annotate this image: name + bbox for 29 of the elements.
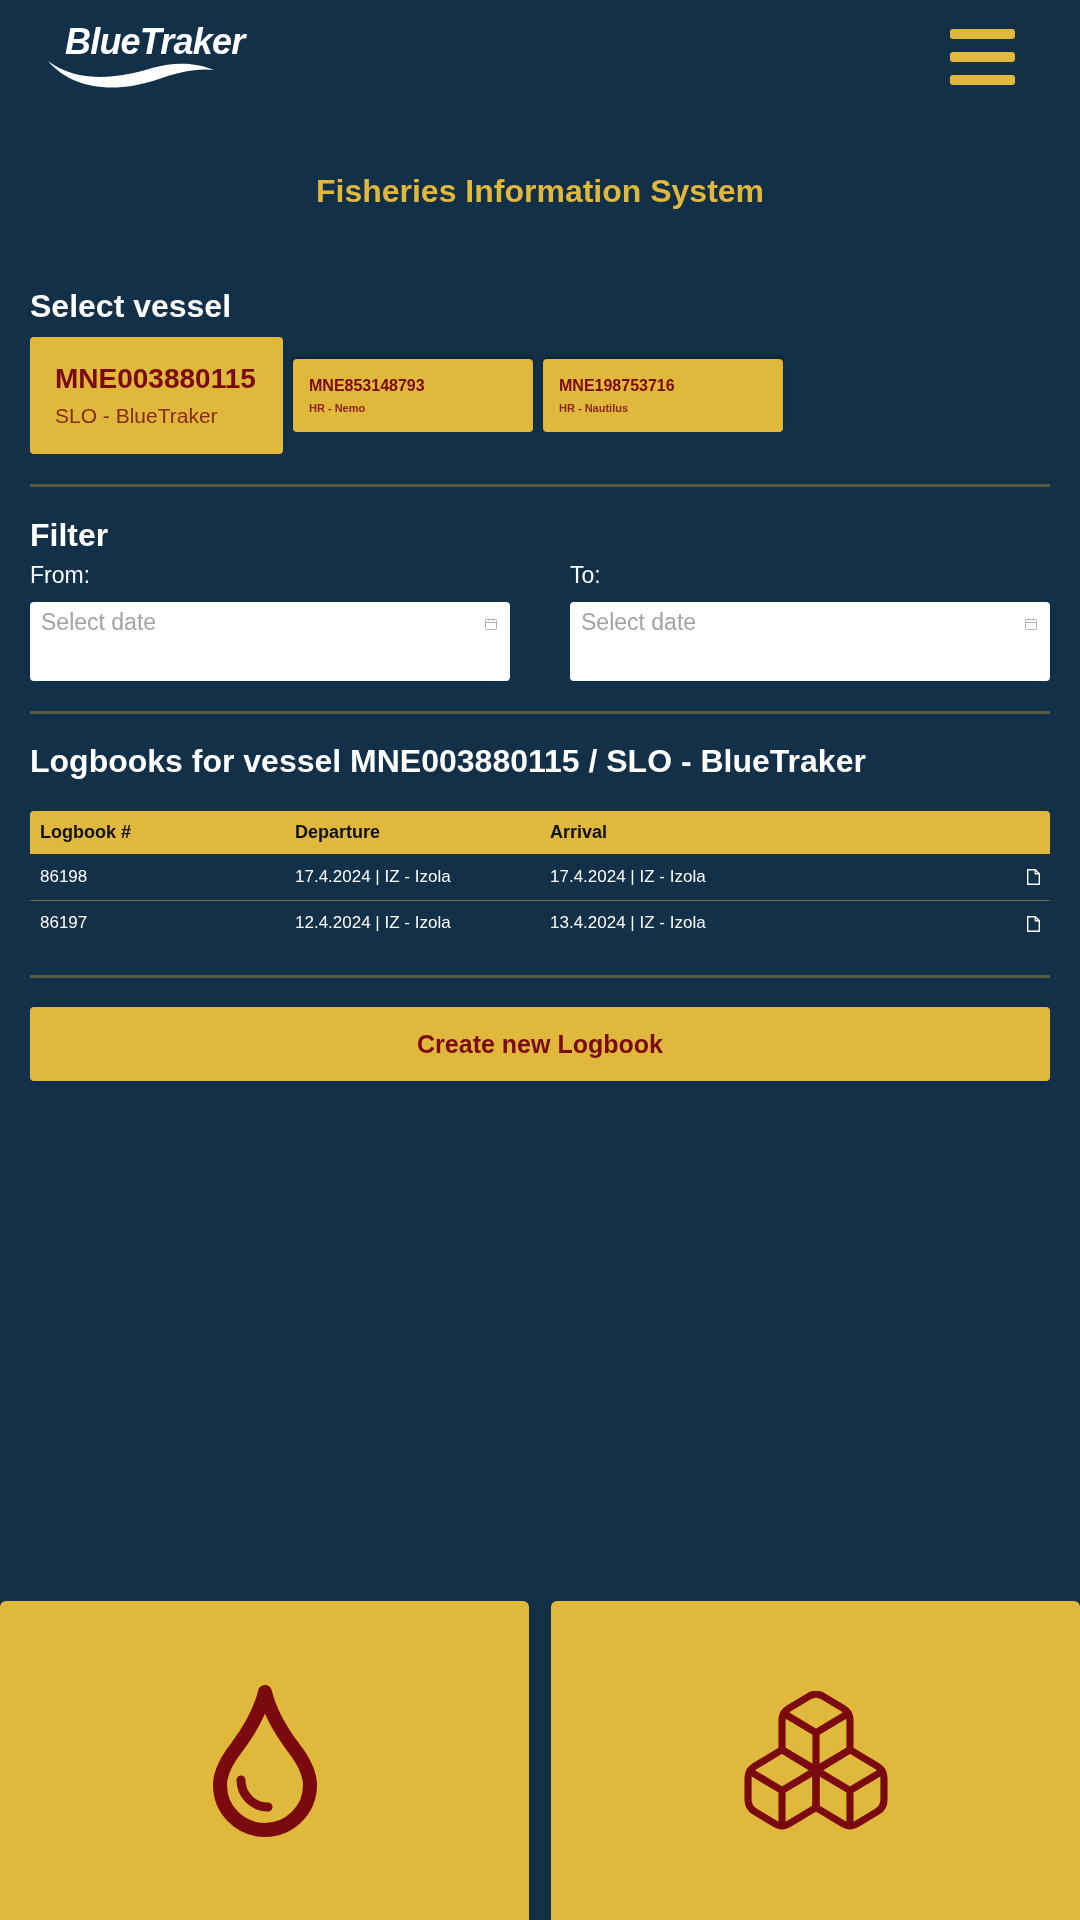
table-cell-text: 17.4.2024 | IZ - Izola bbox=[549, 866, 707, 888]
table-cell-text: 86197 bbox=[39, 913, 89, 934]
document-icon[interactable] bbox=[1027, 915, 1040, 932]
table-cell-text: 17.4.2024 | IZ - Izola bbox=[294, 866, 452, 888]
logo-text: BlueTraker bbox=[64, 24, 248, 60]
table-cell-text: 86198 bbox=[39, 866, 89, 888]
column-header: Departure bbox=[294, 821, 382, 844]
menu-tile[interactable] bbox=[0, 1601, 529, 1920]
section-heading: Select vessel bbox=[30, 287, 233, 326]
column-header: Arrival bbox=[549, 821, 609, 844]
field-label: From: bbox=[30, 562, 92, 590]
table-cell-text: 13.4.2024 | IZ - Izola bbox=[549, 913, 707, 934]
droplet-icon bbox=[212, 1684, 317, 1837]
vessel-card[interactable]: MNE003880115 SLO - BlueTraker bbox=[30, 336, 283, 454]
create-logbook-button[interactable]: Create new Logbook bbox=[30, 1007, 1050, 1082]
vessel-card[interactable]: MNE198753716 HR - Nautilus bbox=[543, 358, 783, 432]
cubes-icon bbox=[742, 1690, 889, 1831]
section-heading: Logbooks for vessel MNE003880115 / SLO - BlueTraker bbox=[30, 741, 867, 781]
section-heading: Filter bbox=[30, 515, 110, 555]
table-cell-text: 12.4.2024 | IZ - Izola bbox=[294, 913, 452, 934]
document-icon[interactable] bbox=[1027, 869, 1040, 886]
page-title: Fisheries Information System bbox=[314, 172, 766, 211]
column-header: Logbook # bbox=[39, 821, 132, 844]
vessel-card[interactable]: MNE853148793 HR - Nemo bbox=[293, 358, 533, 432]
date-field[interactable]: Select date bbox=[30, 601, 510, 681]
menu-tile[interactable] bbox=[551, 1601, 1080, 1920]
field-label: To: bbox=[570, 562, 602, 590]
menu-button[interactable] bbox=[950, 29, 1015, 85]
date-field[interactable]: Select date bbox=[570, 601, 1050, 681]
